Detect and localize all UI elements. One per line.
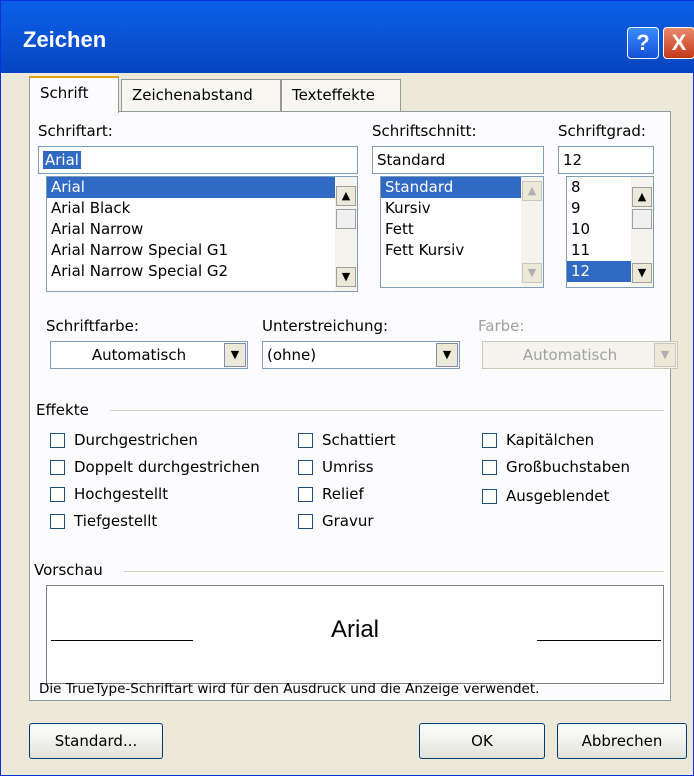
chevron-down-icon: ▼ — [654, 343, 676, 367]
font-dialog: Zeichen ? X Schrift Zeichenabstand Texte… — [0, 0, 694, 776]
checkbox-tiefgestellt[interactable]: Tiefgestellt — [50, 512, 157, 530]
font-list-item[interactable]: Arial — [47, 177, 357, 198]
style-list[interactable]: Standard Kursiv Fett Fett Kursiv ▲ ▼ — [380, 176, 544, 288]
color-select[interactable]: Automatisch ▼ — [50, 341, 248, 369]
font-list[interactable]: Arial Arial Black Arial Narrow Arial Nar… — [46, 176, 358, 292]
tab-schrift[interactable]: Schrift — [29, 76, 119, 113]
underline-color-label: Farbe: — [478, 317, 525, 335]
checkbox-box[interactable] — [298, 514, 313, 529]
checkbox-box[interactable] — [50, 487, 65, 502]
style-input[interactable]: Standard — [372, 146, 544, 174]
checkbox-label: Kapitälchen — [506, 431, 595, 449]
checkbox-doppelt-durchgestrichen[interactable]: Doppelt durchgestrichen — [50, 458, 260, 476]
checkbox-schattiert[interactable]: Schattiert — [298, 431, 396, 449]
style-list-item[interactable]: Kursiv — [381, 198, 543, 219]
window-title: Zeichen — [23, 27, 107, 52]
style-list-scrollbar[interactable]: ▲ ▼ — [521, 177, 543, 287]
font-list-scrollbar[interactable]: ▲ ▼ — [335, 177, 357, 291]
scroll-up-icon[interactable]: ▲ — [632, 187, 652, 207]
help-button[interactable]: ? — [627, 27, 659, 59]
checkbox-label: Schattiert — [322, 431, 396, 449]
font-list-item[interactable]: Arial Narrow Special G1 — [47, 240, 357, 261]
checkbox-label: Doppelt durchgestrichen — [74, 458, 260, 476]
preview-box: Arial — [46, 585, 664, 684]
font-list-item[interactable]: Arial Narrow Special G2 — [47, 261, 357, 282]
preview-divider — [124, 571, 664, 572]
style-label: Schriftschnitt: — [372, 122, 477, 140]
checkbox-box[interactable] — [482, 433, 497, 448]
tab-texteffekte[interactable]: Texteffekte — [281, 79, 401, 112]
checkbox-box[interactable] — [482, 489, 497, 504]
effects-divider — [110, 410, 664, 411]
chevron-down-icon[interactable]: ▼ — [224, 343, 246, 367]
scroll-up-icon[interactable]: ▲ — [522, 181, 542, 201]
ok-button[interactable]: OK — [419, 723, 545, 759]
checkbox-label: Gravur — [322, 512, 374, 530]
tab-zeichenabstand[interactable]: Zeichenabstand — [121, 79, 281, 112]
underline-label: Unterstreichung: — [262, 317, 389, 335]
checkbox-box[interactable] — [298, 460, 313, 475]
font-label: Schriftart: — [38, 122, 113, 140]
checkbox-box[interactable] — [482, 460, 497, 475]
style-list-item[interactable]: Fett — [381, 219, 543, 240]
font-info-note: Die TrueType-Schriftart wird für den Aus… — [39, 681, 540, 697]
checkbox-label: Ausgeblendet — [506, 487, 610, 505]
scroll-down-icon[interactable]: ▼ — [522, 263, 542, 283]
default-button[interactable]: Standard... — [29, 723, 163, 759]
scroll-down-icon[interactable]: ▼ — [336, 267, 356, 287]
scroll-down-icon[interactable]: ▼ — [632, 263, 652, 283]
checkbox-label: Großbuchstaben — [506, 458, 631, 476]
size-label: Schriftgrad: — [558, 122, 646, 140]
cancel-button[interactable]: Abbrechen — [557, 723, 687, 759]
scroll-up-icon[interactable]: ▲ — [336, 186, 356, 206]
underline-color-select: Automatisch ▼ — [482, 341, 678, 369]
checkbox-box[interactable] — [50, 433, 65, 448]
style-list-item[interactable]: Standard — [381, 177, 543, 198]
size-list-scrollbar[interactable]: ▲ ▼ — [631, 177, 653, 287]
close-button[interactable]: X — [663, 27, 694, 59]
preview-title: Vorschau — [34, 561, 103, 579]
checkbox-label: Hochgestellt — [74, 485, 169, 503]
font-input-value: Arial — [43, 151, 81, 169]
checkbox-box[interactable] — [50, 514, 65, 529]
font-input[interactable]: Arial — [38, 146, 358, 174]
checkbox-gravur[interactable]: Gravur — [298, 512, 374, 530]
color-select-value: Automatisch — [91, 346, 187, 364]
checkbox-label: Umriss — [322, 458, 374, 476]
font-list-item[interactable]: Arial Narrow — [47, 219, 357, 240]
scroll-thumb[interactable] — [336, 209, 356, 229]
checkbox-kapitaelchen[interactable]: Kapitälchen — [482, 431, 594, 449]
size-list[interactable]: 8 9 10 11 12 ▲ ▼ — [566, 176, 654, 288]
checkbox-relief[interactable]: Relief — [298, 485, 364, 503]
checkbox-label: Relief — [322, 485, 364, 503]
checkbox-ausgeblendet[interactable]: Ausgeblendet — [482, 487, 609, 505]
checkbox-box[interactable] — [298, 433, 313, 448]
color-label: Schriftfarbe: — [46, 317, 139, 335]
checkbox-label: Durchgestrichen — [74, 431, 198, 449]
checkbox-label: Tiefgestellt — [74, 512, 158, 530]
checkbox-umriss[interactable]: Umriss — [298, 458, 374, 476]
checkbox-durchgestrichen[interactable]: Durchgestrichen — [50, 431, 198, 449]
font-list-item[interactable]: Arial Black — [47, 198, 357, 219]
tab-panel: Schriftart: Arial Arial Arial Black Aria… — [29, 111, 678, 701]
title-bar: Zeichen ? X — [1, 1, 694, 73]
checkbox-hochgestellt[interactable]: Hochgestellt — [50, 485, 168, 503]
style-list-item[interactable]: Fett Kursiv — [381, 240, 543, 261]
checkbox-grossbuchstaben[interactable]: Großbuchstaben — [482, 458, 630, 476]
scroll-thumb[interactable] — [632, 209, 652, 229]
size-input[interactable]: 12 — [558, 146, 654, 174]
underline-color-value: Automatisch — [522, 346, 618, 364]
underline-select-value: (ohne) — [267, 346, 317, 364]
chevron-down-icon[interactable]: ▼ — [436, 343, 458, 367]
checkbox-box[interactable] — [50, 460, 65, 475]
effects-title: Effekte — [36, 401, 89, 419]
checkbox-box[interactable] — [298, 487, 313, 502]
underline-select[interactable]: (ohne) ▼ — [262, 341, 460, 369]
preview-baseline-right — [537, 640, 661, 641]
